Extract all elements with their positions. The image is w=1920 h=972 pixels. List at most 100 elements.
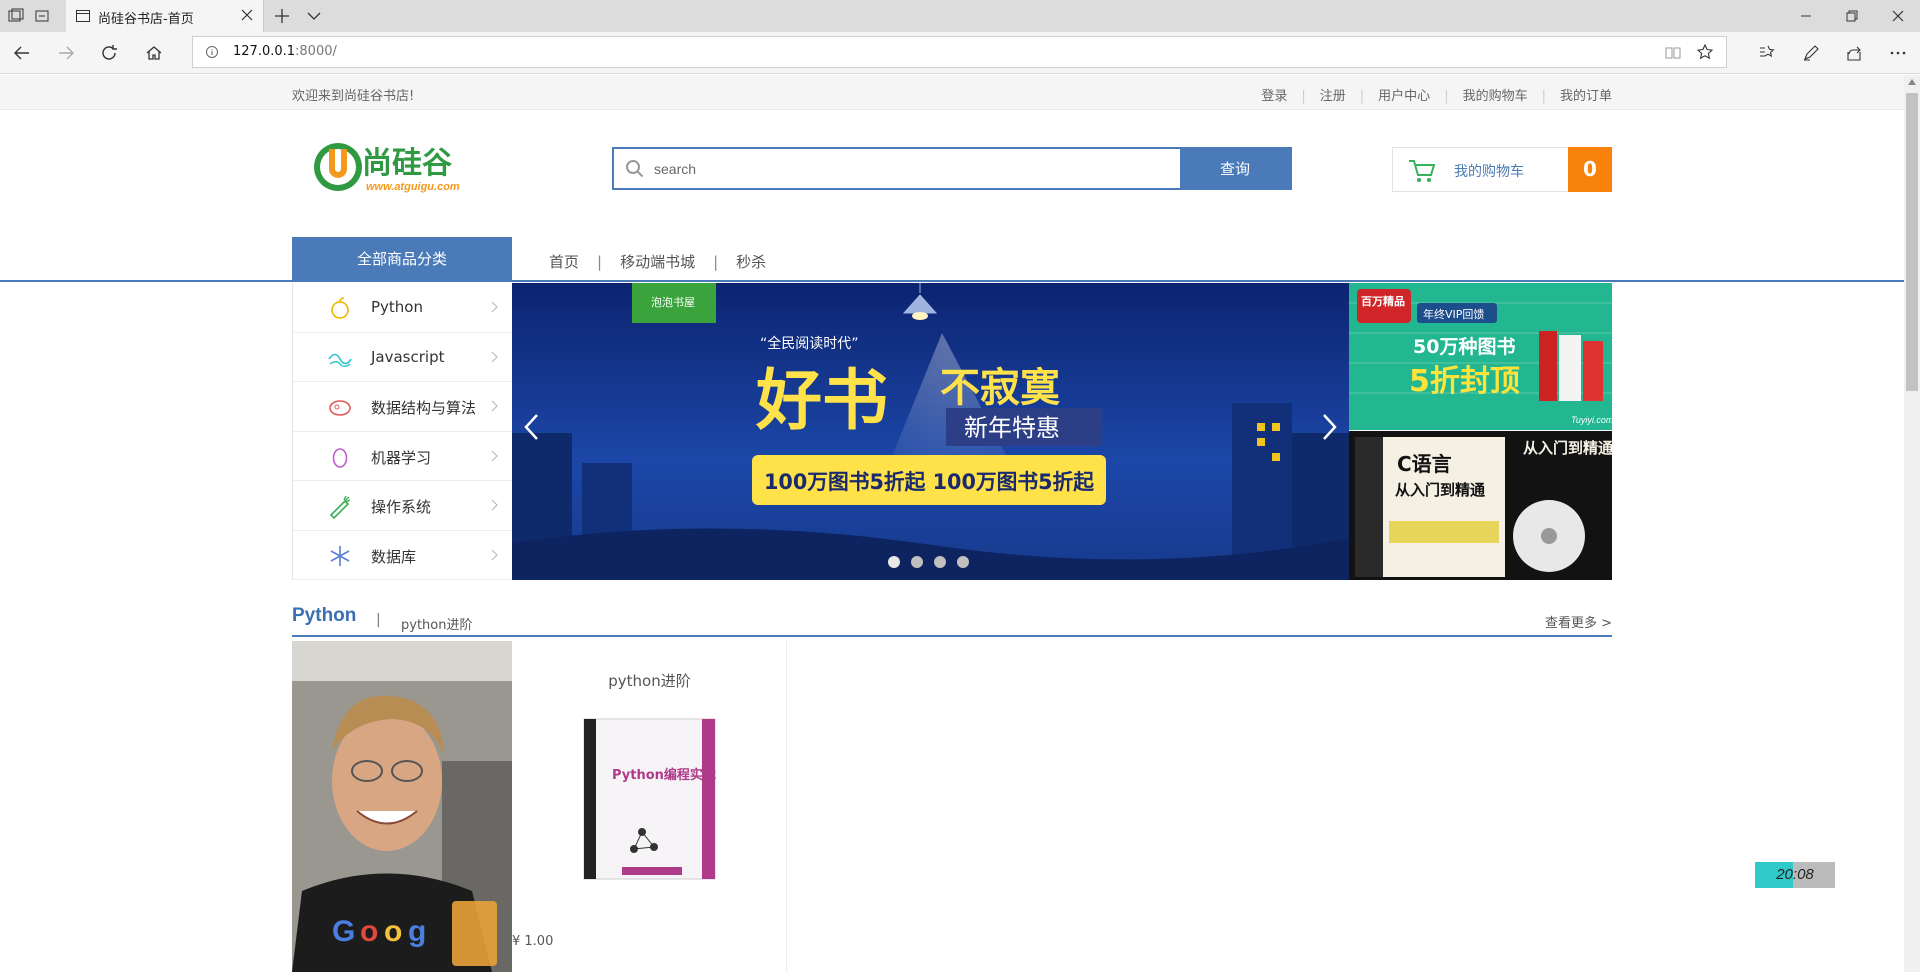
wave-icon xyxy=(328,353,352,367)
carousel-dot[interactable] xyxy=(911,556,923,568)
category-item-python[interactable]: Python xyxy=(293,283,512,333)
cart-label: 我的购物车 xyxy=(1454,164,1524,180)
svg-text:好书: 好书 xyxy=(755,362,888,439)
chevron-right-icon xyxy=(491,499,498,511)
search-input[interactable] xyxy=(654,155,1174,183)
minimize-icon[interactable] xyxy=(1796,6,1816,26)
svg-text:新年特惠: 新年特惠 xyxy=(964,414,1060,442)
search-icon xyxy=(626,160,644,178)
new-tab-icon[interactable] xyxy=(272,6,292,26)
carousel-dot[interactable] xyxy=(888,556,900,568)
nav-flash-sale[interactable]: 秒杀 xyxy=(736,253,766,271)
set-aside-tabs-icon[interactable] xyxy=(32,6,52,26)
browser-tab-bar: 尚硅谷书店-首页 xyxy=(0,0,1920,32)
category-item-database[interactable]: 数据库 xyxy=(293,531,512,580)
svg-text:Python编程实战: Python编程实战 xyxy=(612,767,716,783)
scrollbar-thumb[interactable] xyxy=(1906,93,1918,391)
product-price: ¥ 1.00 xyxy=(512,934,554,949)
category-item-data-structures[interactable]: 数据结构与算法 xyxy=(293,382,512,432)
section-feature-photo[interactable]: G o o g xyxy=(292,641,512,972)
my-orders-link[interactable]: 我的订单 xyxy=(1560,89,1612,104)
browser-tab[interactable]: 尚硅谷书店-首页 xyxy=(66,0,264,32)
svg-text:Tuyiyi.com: Tuyiyi.com xyxy=(1571,415,1612,425)
c-book-image: C语言 从入门到精通 从入门到精通 xyxy=(1349,431,1612,580)
pen-notes-icon[interactable] xyxy=(1801,43,1821,63)
search-button[interactable]: 查询 xyxy=(1180,149,1290,188)
svg-text:G: G xyxy=(332,915,355,948)
category-item-operating-systems[interactable]: 操作系统 xyxy=(293,481,512,531)
category-side-menu: Python Javascript 数据结构与算法 机器学习 操作系统 数据库 xyxy=(292,283,512,580)
welcome-text: 欢迎来到尚硅谷书店! xyxy=(292,89,415,104)
c-language-book-ad[interactable]: C语言 从入门到精通 从入门到精通 xyxy=(1349,431,1612,580)
url-path: :8000/ xyxy=(295,44,337,59)
refresh-icon[interactable] xyxy=(98,42,120,64)
nav-home[interactable]: 首页 xyxy=(549,253,579,271)
scroll-up-arrow-icon[interactable] xyxy=(1908,79,1916,85)
more-menu-icon[interactable] xyxy=(1888,43,1908,63)
carousel-dot[interactable] xyxy=(957,556,969,568)
top-links: 登录 | 注册 | 用户中心 | 我的购物车 | 我的订单 xyxy=(1261,89,1612,104)
login-link[interactable]: 登录 xyxy=(1261,89,1287,104)
url-text[interactable]: 127.0.0.1:8000/ xyxy=(233,44,337,59)
shopping-cart-icon xyxy=(1409,160,1436,182)
category-item-javascript[interactable]: Javascript xyxy=(293,333,512,382)
my-cart-link[interactable]: 我的购物车 xyxy=(1463,89,1528,104)
address-bar[interactable]: 127.0.0.1:8000/ xyxy=(192,36,1727,68)
top-info-bar: 欢迎来到尚硅谷书店! 登录 | 注册 | 用户中心 | 我的购物车 | 我的订单 xyxy=(0,75,1904,110)
cart-widget[interactable]: 我的购物车 0 xyxy=(1392,147,1612,192)
clock-time: 20:08 xyxy=(1776,866,1814,883)
restore-icon[interactable] xyxy=(1842,6,1862,26)
nav-mobile-store[interactable]: 移动端书城 xyxy=(620,253,695,271)
chevron-right-icon[interactable] xyxy=(1319,411,1339,443)
svg-text:50万种图书: 50万种图书 xyxy=(1413,336,1515,358)
section-header: Python | python进阶 查看更多 > xyxy=(292,603,1612,637)
product-name[interactable]: python进阶 xyxy=(512,670,787,691)
chevron-right-icon xyxy=(491,549,498,560)
view-more-link[interactable]: 查看更多 > xyxy=(1545,612,1612,631)
svg-text:o: o xyxy=(384,915,402,948)
home-icon[interactable] xyxy=(143,42,165,64)
tab-actions-icon[interactable] xyxy=(6,6,26,26)
atguigu-logo[interactable]: 尚硅谷 www.atguigu.com xyxy=(312,137,488,197)
chevron-right-icon xyxy=(491,400,498,412)
svg-text:百万精品: 百万精品 xyxy=(1361,294,1405,308)
product-cover-image[interactable]: Python编程实战 xyxy=(582,717,717,881)
svg-text:o: o xyxy=(360,915,378,948)
vip-promo-ad[interactable]: 百万精品 年终VIP回馈 50万种图书 5折封顶 Tuyiyi.com xyxy=(1349,283,1612,430)
category-nav-bar: 全部商品分类 首页 | 移动端书城 | 秒杀 xyxy=(0,237,1904,282)
favorites-hub-icon[interactable] xyxy=(1757,43,1777,63)
chevron-down-icon[interactable] xyxy=(304,6,324,26)
close-window-icon[interactable] xyxy=(1888,6,1908,26)
svg-text:尚硅谷: 尚硅谷 xyxy=(362,146,452,181)
url-host: 127.0.0.1 xyxy=(233,44,296,59)
back-arrow-icon[interactable] xyxy=(11,42,33,64)
tab-title: 尚硅谷书店-首页 xyxy=(98,12,194,27)
register-link[interactable]: 注册 xyxy=(1320,89,1346,104)
product-card[interactable]: python进阶 Python编程实战 ¥ 1.00 xyxy=(512,641,787,972)
all-categories-button[interactable]: 全部商品分类 xyxy=(292,237,512,282)
svg-text:100万图书5折起 100万图书5折起: 100万图书5折起 100万图书5折起 xyxy=(764,470,1095,494)
svg-text:5折封顶: 5折封顶 xyxy=(1409,364,1520,399)
floating-clock-widget[interactable]: 20:08 xyxy=(1755,862,1835,888)
person-photo: G o o g xyxy=(292,641,512,972)
banner-carousel[interactable]: 泡泡书屋 “全民阅读时代” 好书 不寂寞 新年特惠 100万图书5折起 100万… xyxy=(512,283,1349,580)
favorite-star-icon[interactable] xyxy=(1696,43,1714,61)
forward-arrow-icon[interactable] xyxy=(55,42,77,64)
info-icon[interactable] xyxy=(205,45,219,59)
egg-icon xyxy=(332,447,348,468)
meat-icon xyxy=(329,400,351,416)
svg-text:“全民阅读时代”: “全民阅读时代” xyxy=(760,335,859,352)
user-center-link[interactable]: 用户中心 xyxy=(1378,89,1430,104)
share-icon[interactable] xyxy=(1844,43,1864,63)
close-tab-icon[interactable] xyxy=(239,7,255,23)
snowflake-icon xyxy=(330,545,350,566)
page-scrollbar[interactable] xyxy=(1904,75,1920,972)
svg-text:C语言: C语言 xyxy=(1397,452,1452,476)
section-title[interactable]: Python xyxy=(292,605,356,627)
chevron-right-icon xyxy=(491,450,498,461)
section-subcategory-link[interactable]: python进阶 xyxy=(401,614,472,633)
carousel-dot[interactable] xyxy=(934,556,946,568)
chevron-left-icon[interactable] xyxy=(522,411,542,443)
category-item-machine-learning[interactable]: 机器学习 xyxy=(293,432,512,481)
reading-view-icon[interactable] xyxy=(1664,44,1682,62)
